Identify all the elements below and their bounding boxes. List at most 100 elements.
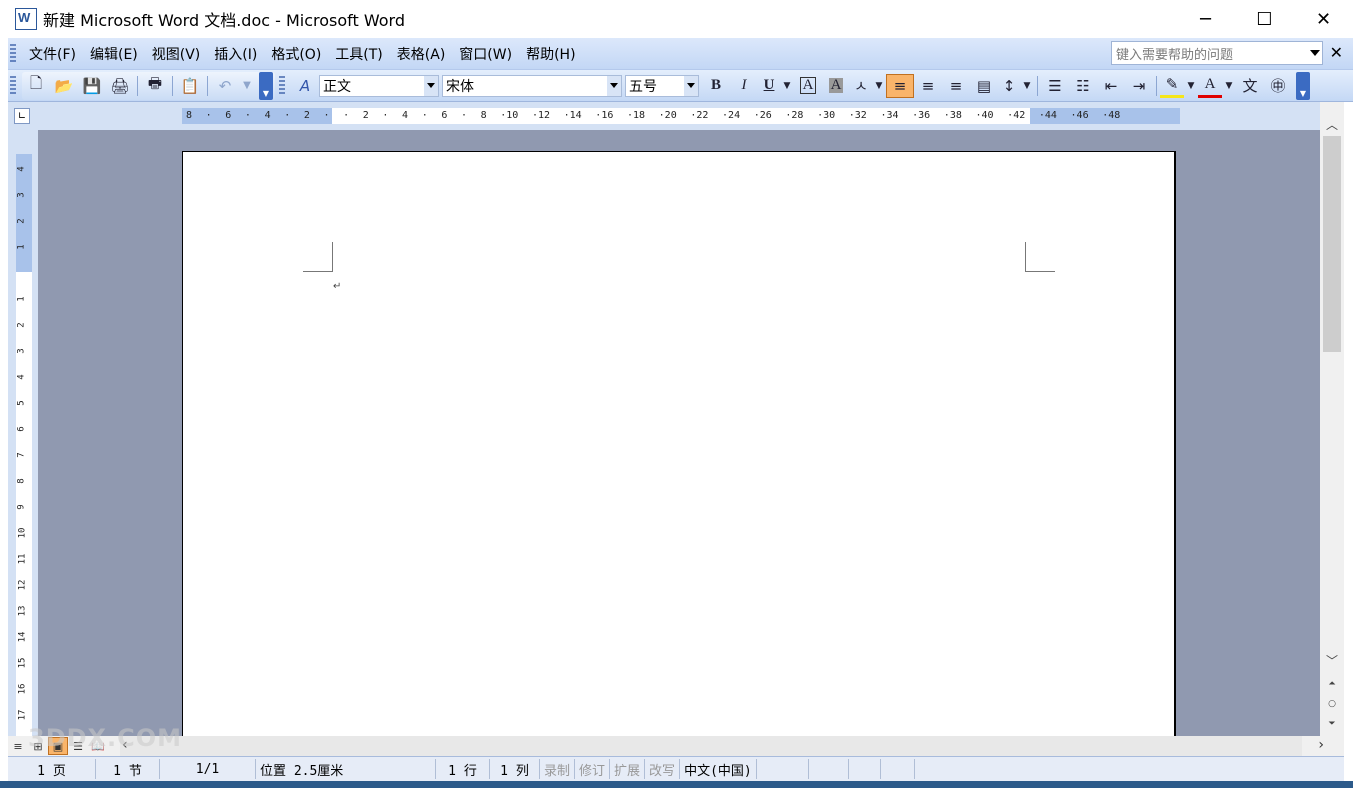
toolbar-options-icon[interactable]: ▼ [259,71,273,100]
scroll-up-icon[interactable]: ︿ [1320,114,1344,134]
close-document-button[interactable]: ✕ [1330,43,1343,62]
bold-button[interactable]: B [702,74,730,98]
status-record[interactable]: 录制 [540,759,576,779]
increase-indent-icon[interactable]: ⇥ [1125,74,1153,98]
italic-button[interactable]: I [730,74,758,98]
font-size-combo[interactable]: 五号 [625,74,699,97]
line-spacing-dropdown-icon[interactable]: ▼ [1020,74,1034,98]
ruler-ticks: 8 · 6 · 4 · 2 · · 2 · 4 · 6 · 8 ·10 ·12 … [186,110,1121,121]
status-empty-2 [809,759,849,779]
menu-view[interactable]: 视图(V) [145,44,208,64]
menu-help[interactable]: 帮助(H) [519,44,582,64]
underline-dropdown-icon[interactable]: ▼ [780,74,794,98]
toolbar-grip[interactable] [10,75,16,96]
status-overwrite[interactable]: 改写 [645,759,681,779]
open-folder-icon[interactable]: 📂 [50,74,78,98]
menu-file[interactable]: 文件(F) [22,44,83,64]
chevron-down-icon[interactable] [424,75,438,96]
bullets-icon[interactable]: ☷ [1069,74,1097,98]
toolbar-separator [1156,75,1157,96]
vertical-scrollbar[interactable]: ︿ ﹀ ⏶ ○ ⏷ [1320,102,1344,736]
underline-button[interactable]: U [758,74,780,98]
next-page-icon[interactable]: ⏷ [1320,714,1344,734]
previous-page-icon[interactable]: ⏶ [1320,674,1344,694]
numbering-icon[interactable]: ☰ [1041,74,1069,98]
status-track-changes[interactable]: 修订 [575,759,611,779]
undo-dropdown-icon[interactable]: ▼ [239,74,255,98]
menu-table[interactable]: 表格(A) [390,44,453,64]
print-icon[interactable]: 🖶 [141,74,169,98]
new-document-icon[interactable]: 🗋 [22,74,50,98]
phonetic-guide-icon[interactable]: 文 [1236,74,1264,98]
align-justify-icon[interactable]: ≡ [886,73,914,98]
status-column: 1 列 [490,759,540,779]
vruler-label: 2 [16,322,27,328]
minimize-button[interactable]: ─ [1176,0,1235,38]
line-spacing-icon[interactable]: ↕ [998,74,1020,98]
vertical-ruler[interactable]: 4 3 2 1 1 2 3 4 5 6 7 8 9 10 11 12 13 14… [16,154,32,736]
align-right-icon[interactable]: ≡ [942,74,970,98]
vruler-label: 9 [16,504,27,510]
crop-mark-top-right [1025,242,1055,272]
select-browse-object-icon[interactable]: ○ [1320,694,1344,714]
distributed-align-icon[interactable]: ▤ [970,74,998,98]
formatting-toolbar-grip[interactable] [279,75,285,96]
horizontal-ruler[interactable]: 8 · 6 · 4 · 2 · · 2 · 4 · 6 · 8 ·10 ·12 … [182,108,1180,124]
crop-mark-top-left [303,242,333,272]
maximize-button[interactable]: ☐ [1235,0,1294,38]
character-scaling-icon[interactable]: ㅅ [850,74,872,98]
style-combo[interactable]: 正文 [319,74,439,97]
styles-pane-icon[interactable]: A [291,74,319,98]
decrease-indent-icon[interactable]: ⇤ [1097,74,1125,98]
toolbar-separator [137,75,138,96]
scroll-right-icon[interactable]: › [1318,737,1324,753]
menu-format[interactable]: 格式(O) [264,44,328,64]
chevron-down-icon[interactable] [684,75,698,96]
font-combo[interactable]: 宋体 [442,74,622,97]
menubar-grip[interactable] [10,43,16,64]
scaling-dropdown-icon[interactable]: ▼ [872,74,886,98]
menu-edit[interactable]: 编辑(E) [83,44,145,64]
normal-view-icon[interactable]: ≡ [8,737,28,755]
toolbar: 🗋 📂 💾 🖨 🖶 📋 ↶ ▼ ▼ A 正文 宋体 五号 B I U ▼ A A… [8,70,1353,102]
character-border-icon[interactable]: A [794,74,822,98]
toolbar-options-icon[interactable]: ▼ [1296,71,1310,100]
menu-bar: 文件(F) 编辑(E) 视图(V) 插入(I) 格式(O) 工具(T) 表格(A… [8,38,1353,70]
align-center-icon[interactable]: ≡ [914,74,942,98]
status-language: 中文(中国) [680,759,757,779]
enclose-character-icon[interactable]: ㊥ [1264,74,1292,98]
font-color-icon[interactable]: A [1198,74,1222,98]
vruler-label: 8 [16,478,27,484]
help-search-placeholder: 键入需要帮助的问题 [1116,47,1234,63]
save-icon[interactable]: 💾 [78,74,106,98]
window-controls: ─ ☐ ✕ [1176,0,1353,38]
status-page-of: 1/1 [160,759,256,779]
tab-stop-selector[interactable]: ∟ [14,108,30,124]
menu-tools[interactable]: 工具(T) [328,44,389,64]
menu-insert[interactable]: 插入(I) [207,44,264,64]
status-line: 1 行 [436,759,490,779]
font-color-dropdown-icon[interactable]: ▼ [1222,74,1236,98]
scroll-down-icon[interactable]: ﹀ [1320,650,1344,670]
word-app-icon[interactable] [15,8,37,30]
close-button[interactable]: ✕ [1294,0,1353,38]
vruler-label: 3 [16,192,27,198]
horizontal-scrollbar[interactable]: ‹ › [120,736,1324,756]
highlight-icon[interactable]: ✎ [1160,74,1184,98]
highlight-dropdown-icon[interactable]: ▼ [1184,74,1198,98]
chevron-down-icon[interactable] [1310,50,1320,56]
help-search-box[interactable]: 键入需要帮助的问题 [1111,41,1323,65]
vruler-label: 16 [17,683,28,695]
undo-icon[interactable]: ↶ [211,74,239,98]
paste-icon[interactable]: 📋 [176,74,204,98]
permission-icon[interactable]: 🖨 [106,74,134,98]
window-title: 新建 Microsoft Word 文档.doc - Microsoft Wor… [43,11,405,30]
menu-window[interactable]: 窗口(W) [452,44,519,64]
vertical-scroll-thumb[interactable] [1323,136,1341,352]
character-shading-icon[interactable]: A [822,74,850,98]
chevron-down-icon[interactable] [607,75,621,96]
status-extend[interactable]: 扩展 [610,759,646,779]
status-bar: 1 页 1 节 1/1 位置 2.5厘米 1 行 1 列 录制 修订 扩展 改写… [8,756,1344,781]
document-page[interactable]: ↵ [182,151,1176,736]
vruler-label: 11 [17,553,28,565]
